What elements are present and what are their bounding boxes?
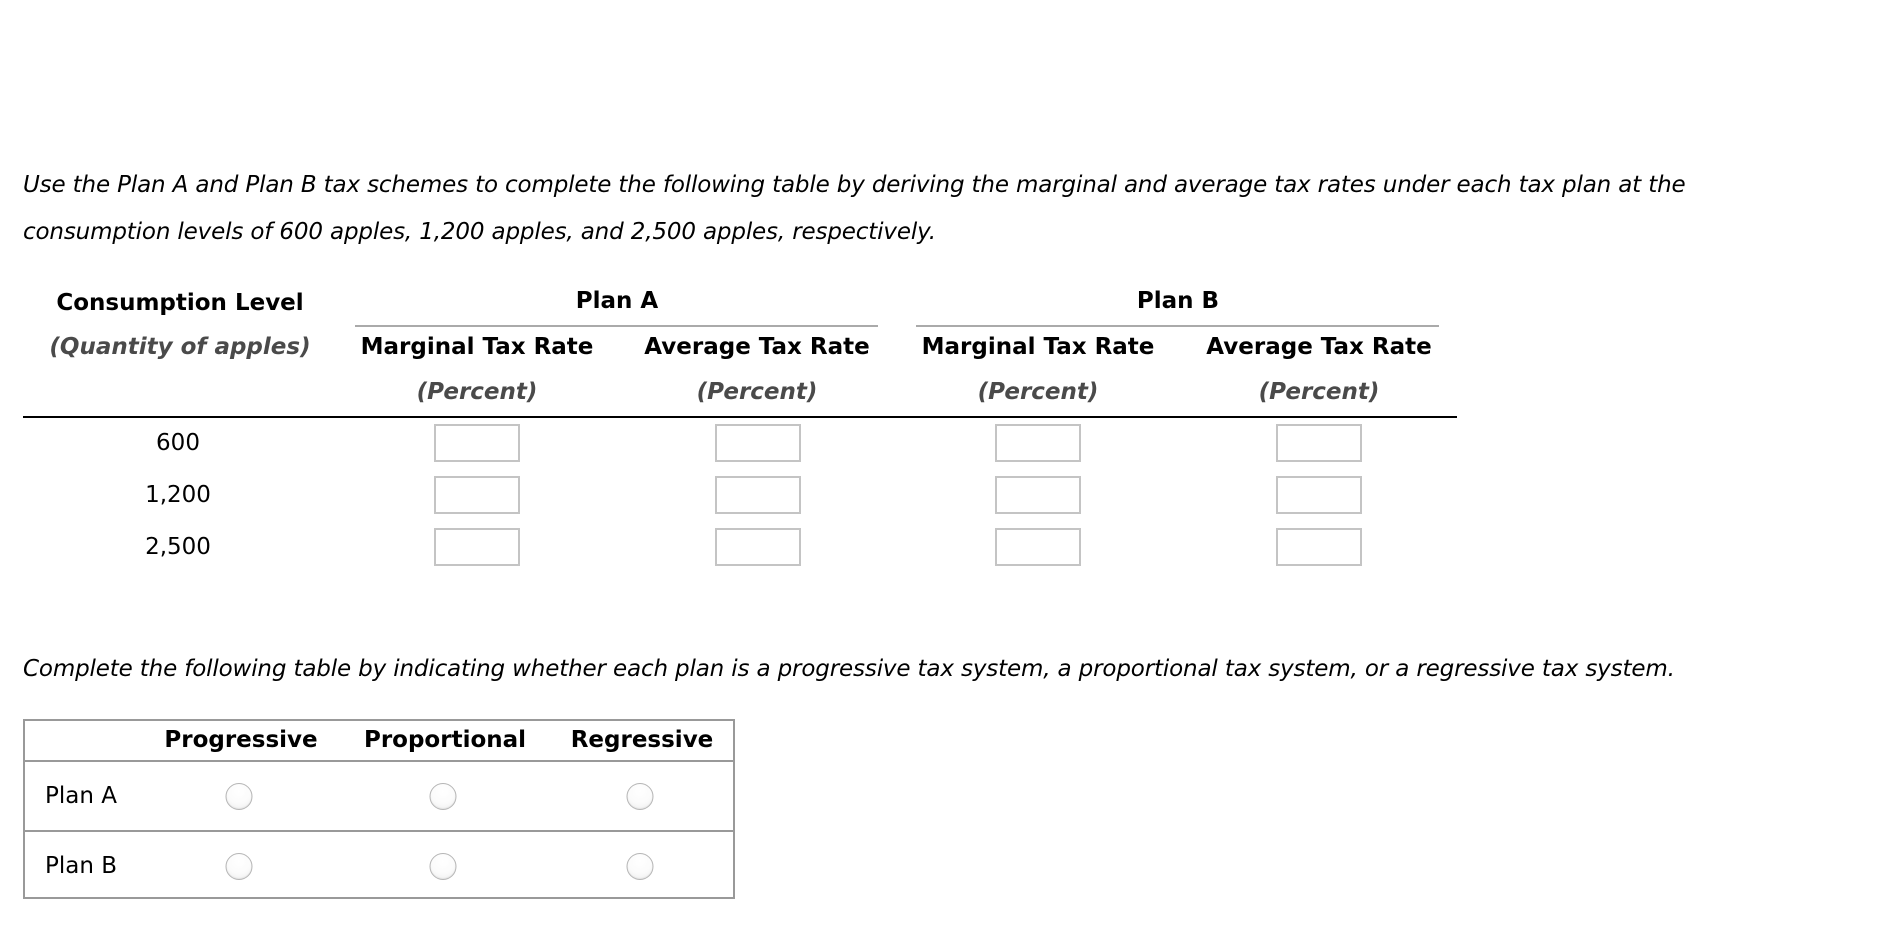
row-quantity-1200: 1,200 xyxy=(145,482,211,508)
instructions-rates-line-1: Use the Plan A and Plan B tax schemes to… xyxy=(23,172,1686,198)
plan-b-proportional-radio[interactable] xyxy=(429,853,457,880)
classification-row-plan-a: Plan A xyxy=(25,762,733,832)
plan-b-marginal-header: Marginal Tax Rate xyxy=(921,334,1155,360)
row-quantity-2500: 2,500 xyxy=(145,534,211,560)
plan-b-marginal-input-2500[interactable] xyxy=(995,528,1081,566)
column-progressive: Progressive xyxy=(164,727,318,753)
instructions-classification: Complete the following table by indicati… xyxy=(23,656,1675,682)
classification-header-row: Progressive Proportional Regressive xyxy=(25,721,733,762)
plan-a-average-input-2500[interactable] xyxy=(715,528,801,566)
plan-b-average-input-1200[interactable] xyxy=(1276,476,1362,514)
plan-b-group-header: Plan B xyxy=(1136,288,1220,314)
tax-system-classification-table: Progressive Proportional Regressive Plan… xyxy=(23,719,735,899)
plan-a-marginal-input-600[interactable] xyxy=(434,424,520,462)
plan-b-marginal-input-600[interactable] xyxy=(995,424,1081,462)
consumption-level-header: Consumption Level xyxy=(56,290,304,316)
instructions-rates: Use the Plan A and Plan B tax schemes to… xyxy=(23,162,1686,256)
plan-a-marginal-header: Marginal Tax Rate xyxy=(360,334,594,360)
plan-b-marginal-input-1200[interactable] xyxy=(995,476,1081,514)
plan-a-average-unit: (Percent) xyxy=(696,379,818,405)
plan-a-marginal-unit: (Percent) xyxy=(416,379,538,405)
plan-b-label: Plan B xyxy=(45,853,118,879)
plan-a-progressive-radio[interactable] xyxy=(225,783,253,810)
column-regressive: Regressive xyxy=(570,727,714,753)
classification-row-plan-b: Plan B xyxy=(25,832,733,900)
instructions-rates-line-2: consumption levels of 600 apples, 1,200 … xyxy=(23,219,936,245)
plan-a-proportional-radio[interactable] xyxy=(429,783,457,810)
plan-a-label: Plan A xyxy=(45,783,117,809)
plan-b-average-header: Average Tax Rate xyxy=(1206,334,1432,360)
column-proportional: Proportional xyxy=(363,727,527,753)
plan-a-marginal-input-2500[interactable] xyxy=(434,528,520,566)
plan-a-regressive-radio[interactable] xyxy=(626,783,654,810)
plan-b-average-input-2500[interactable] xyxy=(1276,528,1362,566)
row-quantity-600: 600 xyxy=(156,430,200,456)
plan-a-average-input-1200[interactable] xyxy=(715,476,801,514)
plan-b-group-rule xyxy=(916,325,1439,327)
plan-b-progressive-radio[interactable] xyxy=(225,853,253,880)
plan-a-average-header: Average Tax Rate xyxy=(644,334,870,360)
plan-a-marginal-input-1200[interactable] xyxy=(434,476,520,514)
plan-a-average-input-600[interactable] xyxy=(715,424,801,462)
plan-a-group-header: Plan A xyxy=(575,288,659,314)
consumption-quantity-subheader: (Quantity of apples) xyxy=(49,334,311,360)
header-bottom-rule xyxy=(23,416,1457,418)
plan-b-marginal-unit: (Percent) xyxy=(977,379,1099,405)
plan-a-group-rule xyxy=(355,325,878,327)
plan-b-regressive-radio[interactable] xyxy=(626,853,654,880)
plan-b-average-input-600[interactable] xyxy=(1276,424,1362,462)
plan-b-average-unit: (Percent) xyxy=(1258,379,1380,405)
